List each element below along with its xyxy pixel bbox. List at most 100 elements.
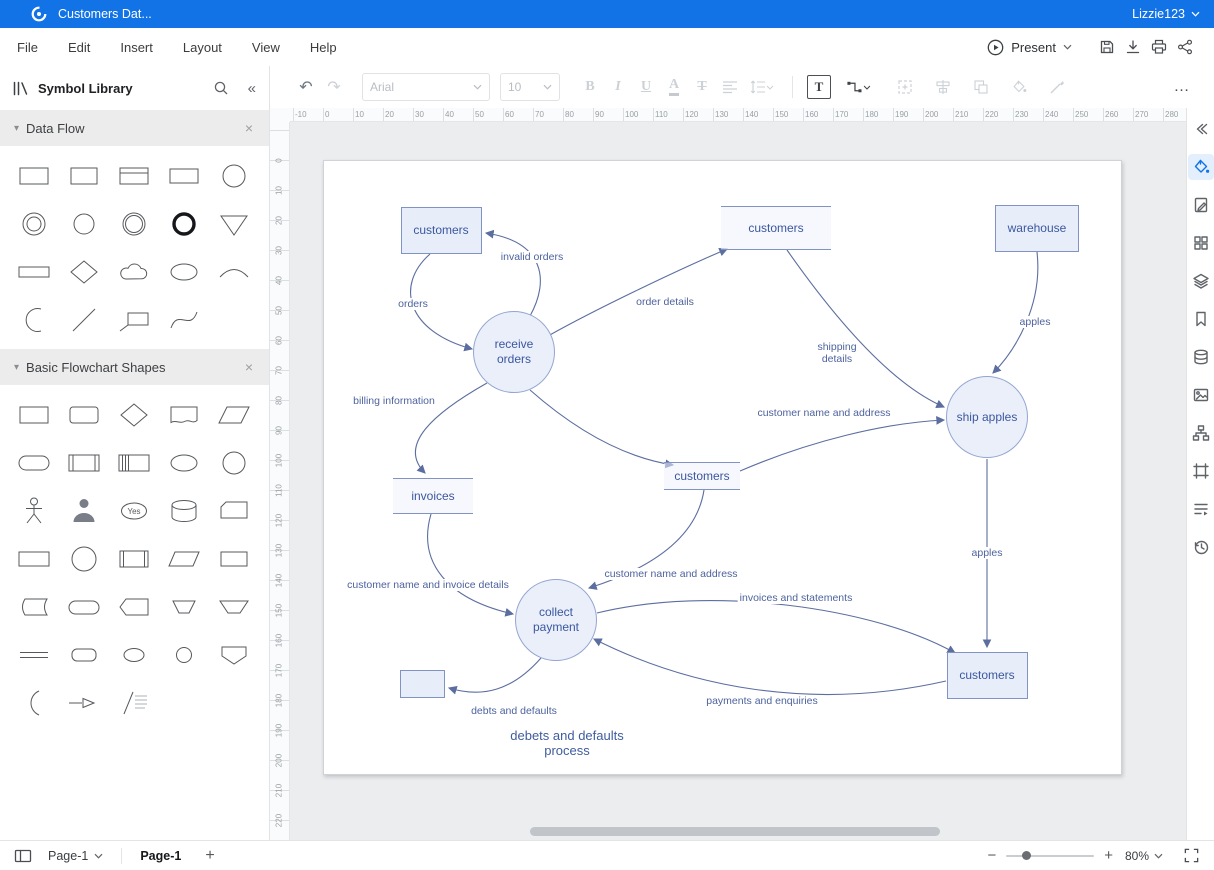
shape-rounded-wide[interactable] [60,583,108,630]
canvas[interactable]: customerscustomerswarehousereceive order… [290,122,1186,840]
edge-label-invoices-and-statements[interactable]: invoices and statements [738,592,855,604]
insert-container-button[interactable] [891,73,919,101]
collapse-panel-icon[interactable]: « [248,81,256,96]
shape-rectangle-3[interactable] [160,152,208,199]
align-button[interactable] [716,73,744,101]
menu-layout[interactable]: Layout [183,40,222,55]
shape-circle-2[interactable] [60,200,108,247]
edge-label-apples[interactable]: apples [1018,316,1053,328]
fullscreen-button[interactable] [1183,847,1200,864]
shape-small-ellipse[interactable] [110,631,158,678]
shape-trapezoid-down[interactable] [160,583,208,630]
menu-view[interactable]: View [252,40,280,55]
image-icon[interactable] [1188,382,1214,408]
edge-label-customer-name-and-address[interactable]: customer name and address [755,407,892,419]
history-icon[interactable] [1188,534,1214,560]
node-customers[interactable]: customers [721,206,831,250]
section-header-data-flow[interactable]: ▾Data Flow× [0,110,269,146]
node-invoices[interactable]: invoices [393,478,473,514]
page-tab-active[interactable]: Page-1 [140,849,181,863]
node-customers[interactable]: customers [401,207,482,254]
edge-label-payments-and-enquiries[interactable]: payments and enquiries [704,695,820,707]
shape-line-arrow[interactable] [60,679,108,726]
font-color-button[interactable]: A [660,73,688,101]
shape-double-bar-rect[interactable] [110,535,158,582]
expand-panel-icon[interactable] [1188,116,1214,142]
group-button[interactable] [967,73,995,101]
line-style-button[interactable] [1043,73,1071,101]
horizontal-scrollbar[interactable] [530,827,940,836]
shape-big-circle[interactable] [60,535,108,582]
font-family-select[interactable]: Arial [362,73,490,101]
shape-small-circle[interactable] [160,631,208,678]
shape-predefined-process[interactable] [60,439,108,486]
shape-triangle-down[interactable] [210,200,258,247]
shape-card[interactable] [210,487,258,534]
edge-label-customer-name-and-invoice-details[interactable]: customer name and invoice details [345,579,511,591]
edge-label-invalid-orders[interactable]: invalid orders [499,251,565,263]
share-button[interactable] [1172,34,1198,60]
shape-callout-rect[interactable] [110,296,158,343]
shape-double-circle[interactable] [10,200,58,247]
shape-person[interactable] [60,487,108,534]
shape-yes-oval[interactable]: Yes [110,487,158,534]
bold-button[interactable]: B [576,73,604,101]
shape-rectangle[interactable] [10,391,58,438]
strikethrough-button[interactable]: T [688,73,716,101]
shape-stored-data[interactable] [10,583,58,630]
zoom-slider-thumb[interactable] [1022,851,1031,860]
zoom-in-button[interactable]: + [1100,847,1117,864]
section-header-basic-flowchart-shapes[interactable]: ▾Basic Flowchart Shapes× [0,349,269,385]
present-button[interactable]: Present [987,39,1072,56]
edge-label-debts-and-defaults[interactable]: debts and defaults [469,705,559,717]
line-spacing-button[interactable] [744,73,780,101]
layers-icon[interactable] [1188,268,1214,294]
org-chart-icon[interactable] [1188,420,1214,446]
edge-label-orders[interactable]: orders [396,298,430,310]
menu-edit[interactable]: Edit [68,40,90,55]
undo-button[interactable]: ↶ [292,73,320,101]
connector-tool-button[interactable] [839,73,877,101]
menu-file[interactable]: File [17,40,38,55]
italic-button[interactable]: I [604,73,632,101]
shape-arc[interactable] [210,248,258,295]
shape-bold-circle[interactable] [160,200,208,247]
shape-terminator[interactable] [10,439,58,486]
node-customers[interactable]: customers [947,652,1028,699]
more-options-button[interactable]: … [1168,73,1196,101]
search-icon[interactable] [213,80,229,96]
shape-s-curve[interactable] [160,296,208,343]
shape-ring-circle[interactable] [110,200,158,247]
shape-ellipse[interactable] [160,439,208,486]
shape-c-arc[interactable] [10,296,58,343]
shape-display[interactable] [110,583,158,630]
edge-label-shipping-details[interactable]: shipping details [815,341,858,365]
menu-insert[interactable]: Insert [120,40,153,55]
shape-document[interactable] [160,391,208,438]
shape-trapezoid-down-wide[interactable] [210,583,258,630]
shape-double-line[interactable] [10,631,58,678]
node-warehouse[interactable]: warehouse [995,205,1079,252]
shape-circle[interactable] [210,152,258,199]
edge-label-billing-information[interactable]: billing information [351,395,437,407]
shape-wide-rectangle[interactable] [10,535,58,582]
shape-cloud[interactable] [110,248,158,295]
frame-icon[interactable] [1188,458,1214,484]
node-ship-apples[interactable]: ship apples [946,376,1028,458]
shape-diamond[interactable] [110,391,158,438]
shape-parallelogram[interactable] [210,391,258,438]
shape-open-arc[interactable] [10,679,58,726]
shape-stick-figure[interactable] [10,487,58,534]
zoom-slider[interactable] [1006,849,1094,863]
node-customers[interactable]: customers [664,462,740,490]
shape-diagonal-line[interactable] [60,296,108,343]
font-size-select[interactable]: 10 [500,73,560,101]
add-page-button[interactable]: + [205,848,214,864]
print-button[interactable] [1146,34,1172,60]
shape-small-rectangle[interactable] [210,535,258,582]
fill-bucket-button[interactable] [1005,73,1033,101]
shape-rectangle[interactable] [10,152,58,199]
menu-help[interactable]: Help [310,40,337,55]
shape-pentagon-down[interactable] [210,631,258,678]
shape-lean-trapezoid[interactable] [160,535,208,582]
